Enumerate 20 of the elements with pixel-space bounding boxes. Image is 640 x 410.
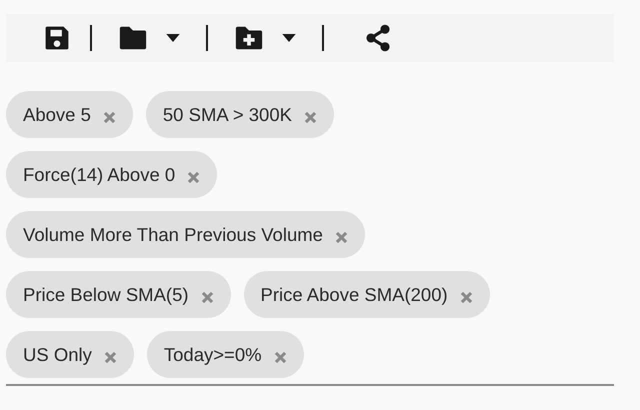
- remove-icon[interactable]: [104, 351, 117, 364]
- remove-icon[interactable]: [460, 291, 473, 304]
- save-icon: [44, 25, 70, 51]
- remove-icon[interactable]: [334, 231, 348, 244]
- save-button[interactable]: [44, 25, 70, 51]
- remove-icon[interactable]: [274, 351, 287, 364]
- remove-icon[interactable]: [102, 111, 116, 124]
- share-button[interactable]: [364, 24, 392, 52]
- filter-label: Above 5: [23, 104, 91, 126]
- filter-label: Today>=0%: [164, 344, 262, 366]
- filter-label: Price Below SMA(5): [23, 284, 189, 306]
- filter-label: US Only: [23, 344, 92, 366]
- filter-label: 50 SMA > 300K: [162, 104, 292, 126]
- filter-label: Volume More Than Previous Volume: [23, 224, 323, 246]
- share-icon: [364, 24, 392, 52]
- remove-icon[interactable]: [304, 111, 317, 124]
- filter-label: Force(14) Above 0: [23, 164, 176, 186]
- remove-icon[interactable]: [187, 171, 200, 184]
- filter-label: Price Above SMA(200): [260, 284, 448, 306]
- remove-icon[interactable]: [200, 291, 214, 304]
